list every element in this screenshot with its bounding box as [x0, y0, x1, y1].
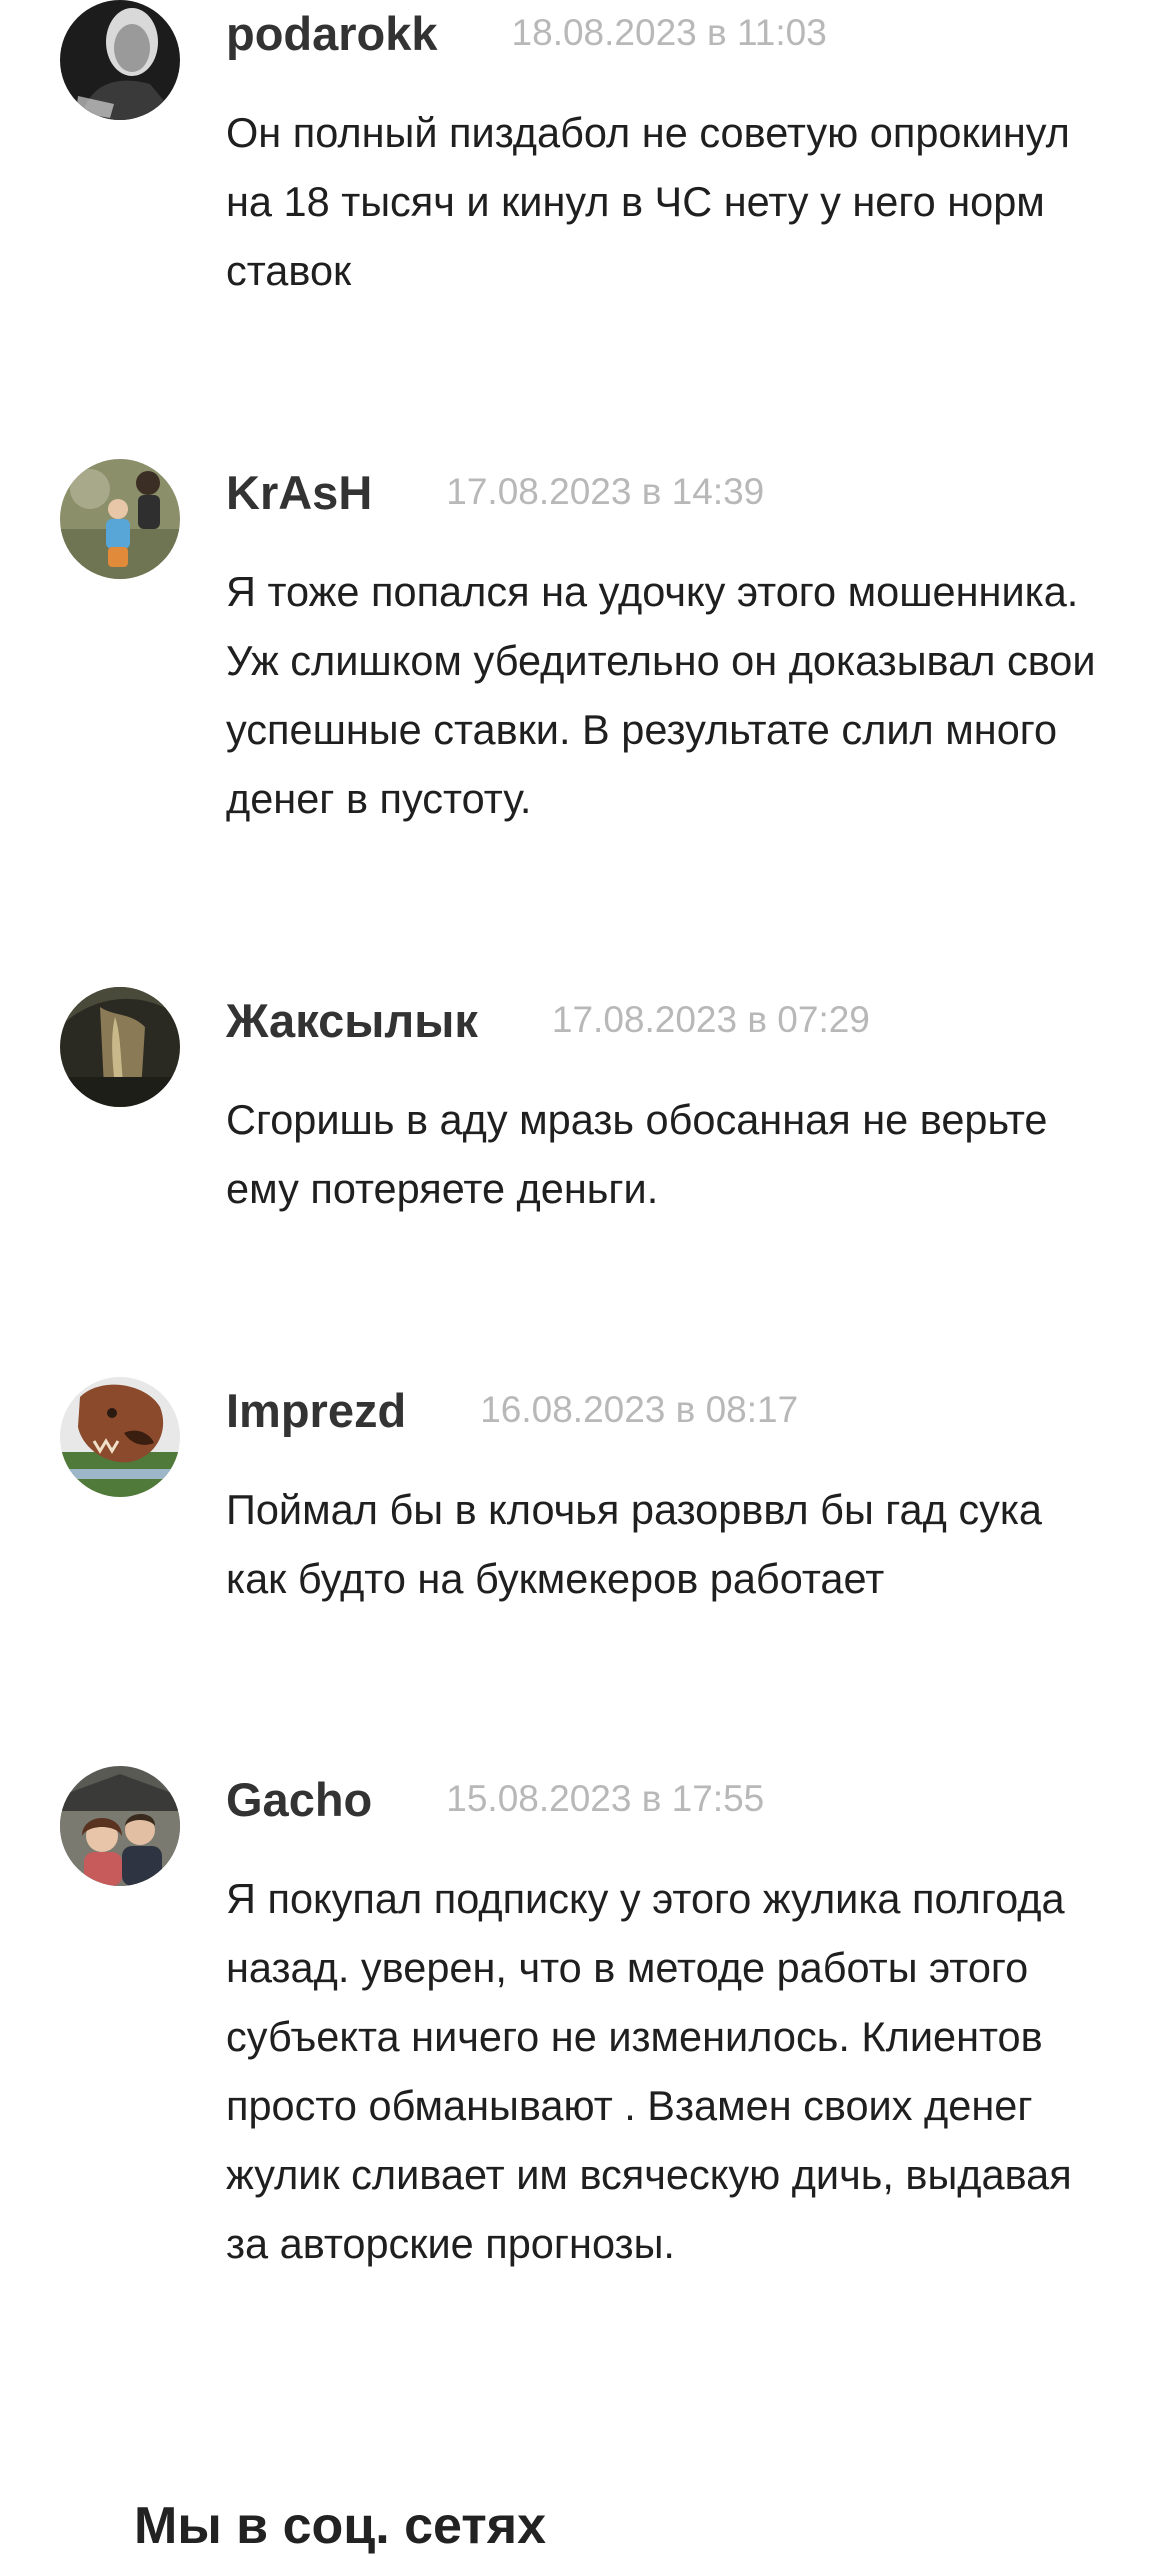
- comment-header: Imprezd 16.08.2023 в 08:17: [226, 1377, 798, 1443]
- avatar-photo-zhaksylyk: [60, 987, 180, 1107]
- comment-text: Сгоришь в аду мразь обосанная не верьте …: [226, 1096, 1048, 1212]
- avatar-photo-krash: [60, 459, 180, 579]
- user-avatar[interactable]: [60, 1377, 180, 1497]
- comment-date: 16.08.2023 в 08:17: [480, 1389, 799, 1430]
- user-avatar[interactable]: [60, 987, 180, 1107]
- comment-date: 17.08.2023 в 07:29: [551, 999, 870, 1040]
- author-name[interactable]: KrAsH: [226, 465, 372, 520]
- comment-date: 18.08.2023 в 11:03: [511, 12, 827, 53]
- comment-header: KrAsH 17.08.2023 в 14:39: [226, 459, 764, 525]
- comment-text: Я покупал подписку у этого жулика полгод…: [226, 1875, 1072, 2267]
- comment-date: 15.08.2023 в 17:55: [446, 1778, 765, 1819]
- author-name[interactable]: Gacho: [226, 1772, 372, 1827]
- user-avatar[interactable]: [60, 1766, 180, 1886]
- comment-header: Gacho 15.08.2023 в 17:55: [226, 1766, 764, 1832]
- user-avatar[interactable]: [60, 0, 180, 120]
- author-name[interactable]: podarokk: [226, 6, 438, 61]
- user-avatar[interactable]: [60, 459, 180, 579]
- author-name[interactable]: Imprezd: [226, 1383, 406, 1438]
- avatar-photo-imprezd: [60, 1377, 180, 1497]
- comment-date: 17.08.2023 в 14:39: [446, 471, 765, 512]
- comment-header: podarokk 18.08.2023 в 11:03: [226, 0, 827, 66]
- comment-header: Жаксылык 17.08.2023 в 07:29: [226, 987, 870, 1053]
- comment-text: Он полный пиздабол не советую опрокинул …: [226, 109, 1070, 294]
- avatar-photo-gacho: [60, 1766, 180, 1886]
- comment-text: Я тоже попался на удочку этого мошенника…: [226, 568, 1096, 822]
- author-name[interactable]: Жаксылык: [226, 993, 478, 1048]
- avatar-photo-podarokk: [60, 0, 180, 120]
- social-section-title: Мы в соц. сетях: [134, 2497, 547, 2555]
- comment-text: Поймал бы в клочья разорввл бы гад сука …: [226, 1486, 1042, 1602]
